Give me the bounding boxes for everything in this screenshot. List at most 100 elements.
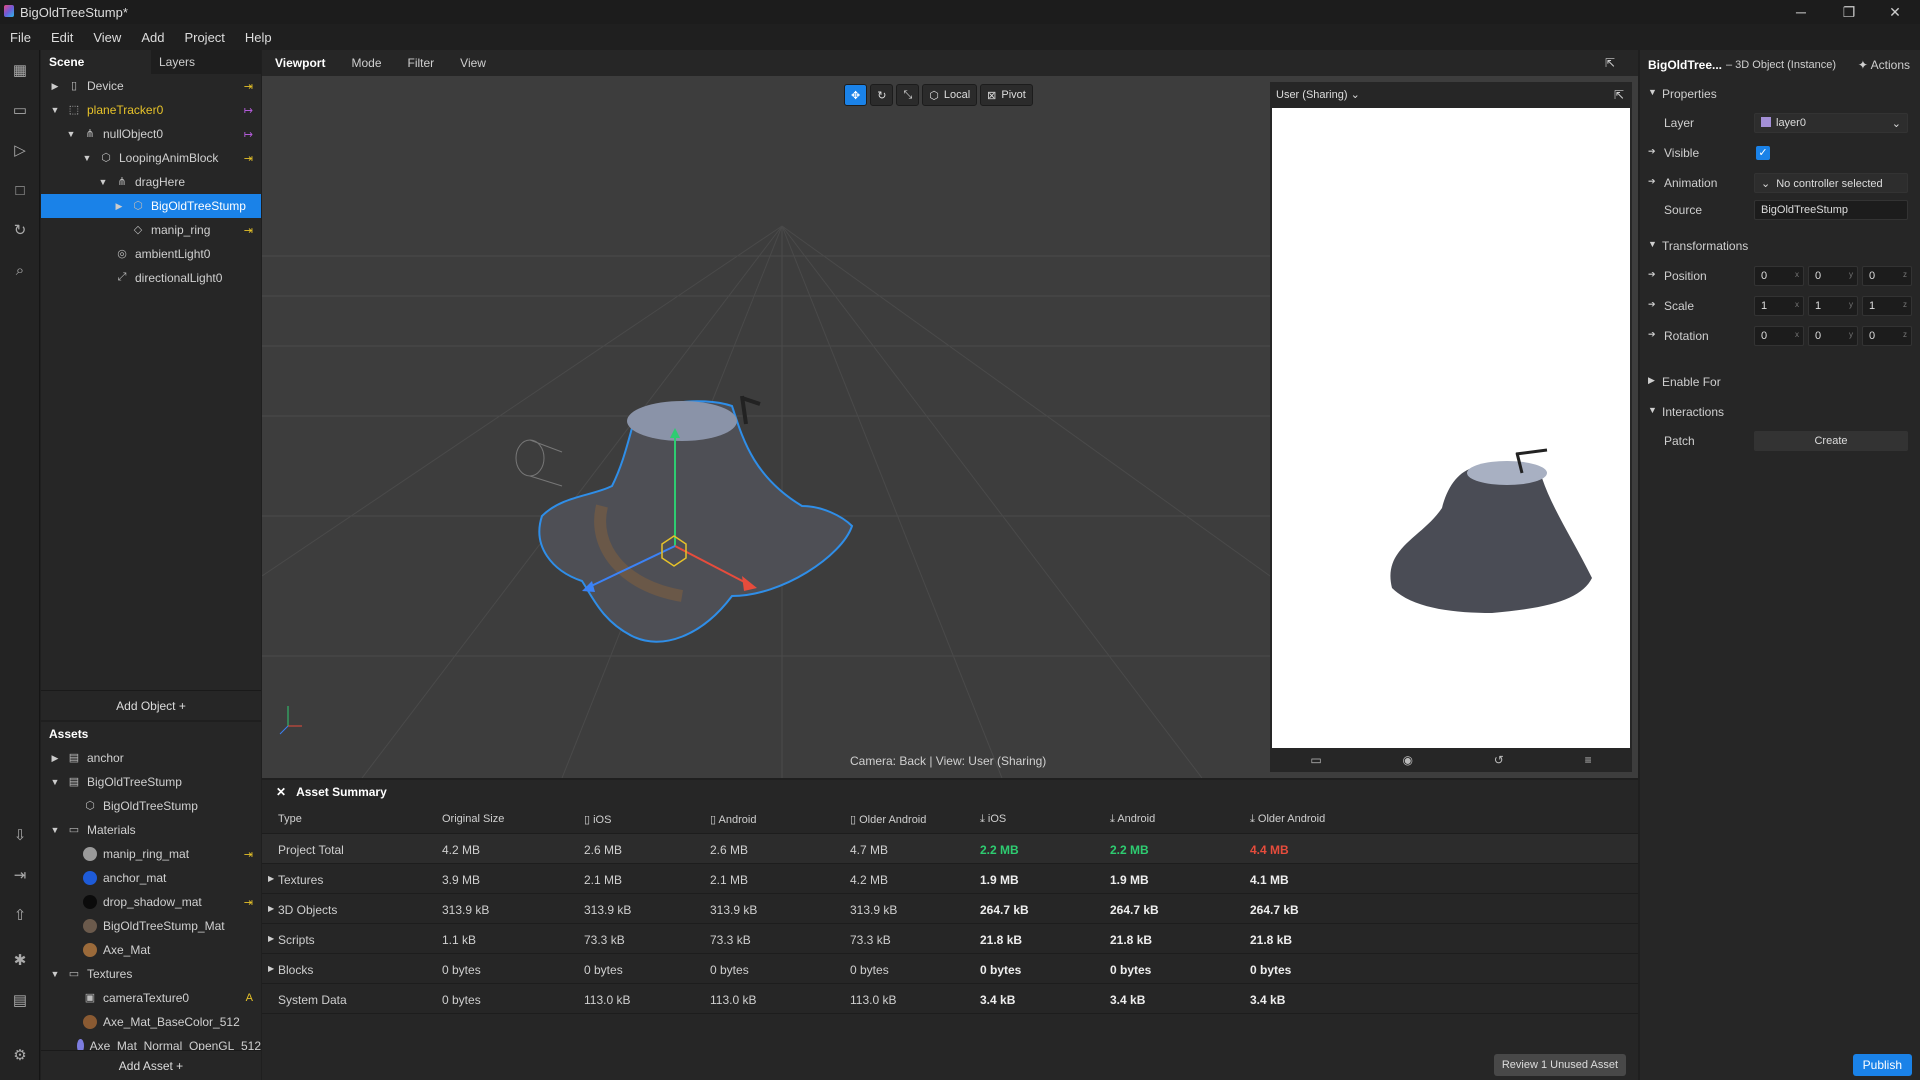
asset-item[interactable]: Axe_Mat_BaseColor_512: [41, 1010, 261, 1034]
tab-mode[interactable]: Mode: [338, 56, 394, 70]
keyframe-arrow-icon[interactable]: ➔: [1648, 176, 1656, 187]
actions-button[interactable]: ✦ Actions: [1858, 58, 1910, 72]
position-z-field[interactable]: 0z: [1862, 266, 1912, 286]
source-field[interactable]: BigOldTreeStump: [1754, 200, 1908, 220]
asset-item[interactable]: Axe_Mat: [41, 938, 261, 962]
import-icon[interactable]: ⇩: [10, 825, 30, 845]
summary-header-cell[interactable]: ▯ Android: [710, 813, 756, 826]
summary-row[interactable]: Project Total 4.2 MB 2.6 MB 2.6 MB 4.7 MB 2.2…: [262, 834, 1638, 864]
link-icon[interactable]: ⇥: [244, 80, 253, 93]
caret-down-icon[interactable]: ▼: [1648, 239, 1657, 249]
asset-item[interactable]: ▣ cameraTexture0 A: [41, 986, 261, 1010]
tab-view[interactable]: View: [447, 56, 499, 70]
scale-x-field[interactable]: 1x: [1754, 296, 1804, 316]
scene-item[interactable]: ⤢ directionalLight0: [41, 266, 261, 290]
asset-item[interactable]: manip_ring_mat ⇥: [41, 842, 261, 866]
review-unused-asset-button[interactable]: Review 1 Unused Asset: [1493, 1054, 1626, 1076]
video-icon[interactable]: ▭: [10, 100, 30, 120]
summary-header-cell[interactable]: Type: [278, 813, 302, 825]
search-icon[interactable]: ⌕: [10, 260, 30, 280]
rotate-device-icon[interactable]: ↺: [1494, 753, 1504, 767]
expand-arrow-icon[interactable]: ▼: [49, 777, 61, 787]
keyframe-arrow-icon[interactable]: ➔: [1648, 299, 1656, 310]
summary-row[interactable]: Blocks 0 bytes 0 bytes 0 bytes 0 bytes 0 byte…: [262, 954, 1638, 984]
expand-arrow-icon[interactable]: ▼: [49, 825, 61, 835]
summary-header-cell[interactable]: Original Size: [442, 813, 504, 825]
caret-right-icon[interactable]: ▶: [1648, 375, 1655, 386]
section-interactions[interactable]: Interactions: [1662, 405, 1724, 419]
scene-item[interactable]: ▶ ▯ Device ⇥: [41, 74, 261, 98]
expand-arrow-icon[interactable]: ▼: [49, 969, 61, 979]
rotation-z-field[interactable]: 0z: [1862, 326, 1912, 346]
link-icon[interactable]: ↦: [244, 104, 253, 117]
screenshot-icon[interactable]: ◉: [1402, 753, 1412, 767]
create-patch-button[interactable]: Create: [1754, 431, 1908, 451]
position-y-field[interactable]: 0y: [1808, 266, 1858, 286]
device-send-icon[interactable]: ⇥: [10, 865, 30, 885]
summary-header-cell[interactable]: ⤓ iOS: [980, 813, 1006, 826]
caret-down-icon[interactable]: ▼: [1648, 405, 1657, 415]
caret-down-icon[interactable]: ▼: [1648, 87, 1657, 97]
layout-icon[interactable]: ▦: [10, 60, 30, 80]
close-button[interactable]: ✕: [1872, 0, 1918, 24]
publish-button[interactable]: Publish: [1852, 1054, 1912, 1076]
expand-arrow-icon[interactable]: ▶: [49, 753, 61, 764]
scene-item[interactable]: ▼ ⋔ nullObject0 ↦: [41, 122, 261, 146]
add-object-button[interactable]: Add Object +: [41, 690, 261, 720]
summary-row[interactable]: Textures 3.9 MB 2.1 MB 2.1 MB 4.2 MB 1.9 MB 1.…: [262, 864, 1638, 894]
menu-help[interactable]: Help: [235, 30, 282, 45]
scene-item[interactable]: ◎ ambientLight0: [41, 242, 261, 266]
layer-dropdown[interactable]: layer0 ⌄: [1754, 113, 1908, 133]
section-enable-for[interactable]: Enable For: [1662, 375, 1721, 389]
scene-item[interactable]: ▶ ⬡ BigOldTreeStump: [41, 194, 261, 218]
position-x-field[interactable]: 0x: [1754, 266, 1804, 286]
popout-icon[interactable]: ⇱: [1614, 88, 1624, 102]
link-icon[interactable]: ⇥: [244, 848, 253, 861]
menu-project[interactable]: Project: [174, 30, 234, 45]
expand-arrow-icon[interactable]: ▶: [49, 81, 61, 92]
expand-arrow-icon[interactable]: ▼: [97, 177, 109, 187]
expand-arrow-icon[interactable]: ▼: [65, 129, 77, 139]
tab-scene[interactable]: Scene: [41, 50, 151, 74]
summary-header-cell[interactable]: ⤓ Older Android: [1250, 813, 1325, 826]
refresh-icon[interactable]: ↻: [10, 220, 30, 240]
tab-filter[interactable]: Filter: [395, 56, 448, 70]
gear-icon[interactable]: ⚙: [10, 1045, 30, 1065]
menu-file[interactable]: File: [0, 30, 41, 45]
play-icon[interactable]: ▷: [10, 140, 30, 160]
link-icon[interactable]: ⇥: [244, 224, 253, 237]
section-transformations[interactable]: Transformations: [1662, 239, 1748, 253]
menu-add[interactable]: Add: [131, 30, 174, 45]
scene-item[interactable]: ▼ ⬡ LoopingAnimBlock ⇥: [41, 146, 261, 170]
asset-item[interactable]: BigOldTreeStump_Mat: [41, 914, 261, 938]
scale-z-field[interactable]: 1z: [1862, 296, 1912, 316]
asset-item[interactable]: ▼ ▭ Textures: [41, 962, 261, 986]
upload-icon[interactable]: ⇧: [10, 905, 30, 925]
asset-item[interactable]: drop_shadow_mat ⇥: [41, 890, 261, 914]
asset-item[interactable]: anchor_mat: [41, 866, 261, 890]
popout-icon[interactable]: ⇱: [1592, 56, 1628, 70]
link-icon[interactable]: ↦: [244, 128, 253, 141]
asset-item[interactable]: ▼ ▭ Materials: [41, 818, 261, 842]
expand-arrow-icon[interactable]: ▼: [49, 105, 61, 115]
summary-row[interactable]: Scripts 1.1 kB 73.3 kB 73.3 kB 73.3 kB 21.8 k…: [262, 924, 1638, 954]
tab-viewport[interactable]: Viewport: [262, 56, 338, 70]
menu-icon[interactable]: ≡: [1585, 753, 1592, 767]
visible-checkbox[interactable]: ✓: [1756, 146, 1770, 160]
expand-arrow-icon[interactable]: ▼: [81, 153, 93, 163]
asset-item[interactable]: ▶ ▤ anchor: [41, 746, 261, 770]
console-icon[interactable]: ▤: [10, 990, 30, 1010]
add-asset-button[interactable]: Add Asset +: [41, 1050, 261, 1080]
expand-arrow-icon[interactable]: ▶: [268, 874, 274, 883]
asset-item[interactable]: ▼ ▤ BigOldTreeStump: [41, 770, 261, 794]
scene-item[interactable]: ▼ ⋔ dragHere: [41, 170, 261, 194]
summary-row[interactable]: 3D Objects 313.9 kB 313.9 kB 313.9 kB 313.9 …: [262, 894, 1638, 924]
expand-arrow-icon[interactable]: ▶: [268, 904, 274, 913]
restore-button[interactable]: ❐: [1826, 0, 1872, 24]
summary-header-cell[interactable]: ⤓ Android: [1110, 813, 1155, 826]
expand-arrow-icon[interactable]: ▶: [113, 201, 125, 212]
keyframe-arrow-icon[interactable]: ➔: [1648, 269, 1656, 280]
summary-header-cell[interactable]: ▯ Older Android: [850, 813, 926, 826]
expand-arrow-icon[interactable]: ▶: [268, 964, 274, 973]
animation-dropdown[interactable]: ⌄ No controller selected: [1754, 173, 1908, 193]
